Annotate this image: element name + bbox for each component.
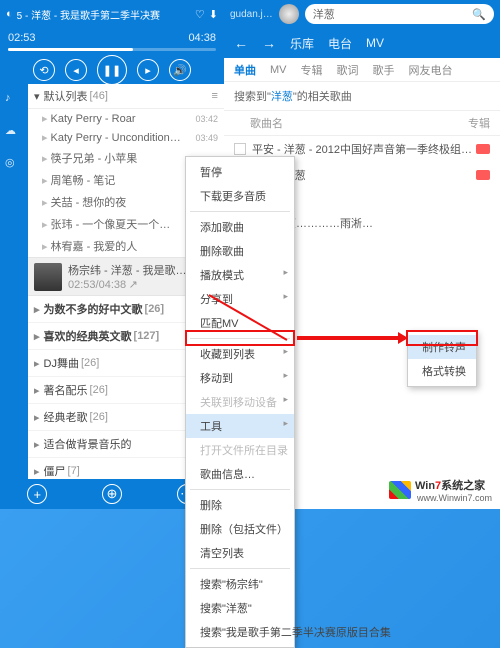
menu-open-folder: 打开文件所在目录: [186, 438, 294, 462]
menu-pause[interactable]: 暂停: [186, 160, 294, 184]
subtab-artist[interactable]: 歌手: [372, 62, 394, 78]
menu-del2[interactable]: 删除（包括文件）: [186, 517, 294, 541]
menu-share[interactable]: 分享到: [186, 287, 294, 311]
tab-library[interactable]: 乐库: [290, 35, 314, 52]
watermark: Win7系统之家 www.Winwin7.com: [389, 477, 492, 503]
artist-avatar: [34, 263, 62, 291]
radio-icon[interactable]: ◎: [5, 156, 23, 174]
subtab-song[interactable]: 单曲: [234, 62, 256, 78]
song-row[interactable]: ▸Katy Perry - Roar03:42: [28, 109, 224, 128]
subtab-lyric[interactable]: 歌词: [336, 62, 358, 78]
annotation-box: [185, 330, 295, 346]
collapse-icon: ▾: [34, 90, 40, 103]
expand-icon: ▸: [42, 240, 48, 253]
annotation-arrowhead: [398, 332, 408, 344]
heart-icon[interactable]: ♡: [195, 8, 205, 21]
mode-button[interactable]: ⟲: [33, 59, 55, 81]
menu-tools[interactable]: 工具: [186, 414, 294, 438]
search-icon[interactable]: 🔍: [472, 8, 486, 21]
share-icon[interactable]: ↗: [129, 279, 138, 291]
context-menu: 暂停 下载更多音质 添加歌曲 删除歌曲 播放模式 分享到 匹配MV 收藏到列表 …: [185, 156, 295, 648]
music-icon[interactable]: ♪: [5, 92, 23, 110]
expand-icon: ▸: [42, 218, 48, 231]
volume-button[interactable]: 🔊: [169, 59, 191, 81]
time-total: 04:38: [188, 32, 216, 44]
windows-flag-icon: [389, 481, 411, 499]
download-icon[interactable]: ⬇: [209, 8, 218, 21]
user-label[interactable]: gudan.j…: [230, 9, 273, 20]
expand-icon: ▸: [42, 174, 48, 187]
add-button[interactable]: +: [27, 484, 47, 504]
expand-icon: ▸: [42, 131, 48, 144]
expand-icon: ▸: [42, 112, 48, 125]
expand-icon: ▸: [42, 152, 48, 165]
menu-sync: 关联到移动设备: [186, 390, 294, 414]
menu-add[interactable]: 添加歌曲: [186, 215, 294, 239]
search-summary: 搜索到"洋葱"的相关歌曲: [224, 82, 500, 110]
menu-search-artist[interactable]: 搜索"杨宗纬": [186, 572, 294, 596]
progress-bar[interactable]: [8, 48, 216, 51]
app-logo: ◐: [6, 8, 13, 20]
menu-delete[interactable]: 删除歌曲: [186, 239, 294, 263]
song-row[interactable]: ▸Katy Perry - Uncondition…03:49: [28, 128, 224, 147]
forward-button[interactable]: →: [262, 35, 276, 51]
subtab-userradio[interactable]: 网友电台: [408, 62, 452, 78]
search-input[interactable]: 洋葱 🔍: [305, 4, 494, 24]
playlist-header[interactable]: ▾ 默认列表 [46] ≡: [28, 84, 224, 109]
expand-icon: ▸: [42, 196, 48, 209]
menu-info[interactable]: 歌曲信息…: [186, 462, 294, 486]
menu-playmode[interactable]: 播放模式: [186, 263, 294, 287]
col-songname: 歌曲名: [250, 115, 468, 131]
row-checkbox[interactable]: [234, 143, 246, 155]
menu-del1[interactable]: 删除: [186, 493, 294, 517]
next-button[interactable]: ▸: [137, 59, 159, 81]
time-current: 02:53: [8, 32, 36, 44]
subtab-mv[interactable]: MV: [270, 64, 287, 76]
mv-badge: [476, 170, 490, 180]
mv-badge: [476, 144, 490, 154]
submenu-convert[interactable]: 格式转换: [408, 359, 476, 383]
tab-mv[interactable]: MV: [366, 36, 384, 50]
menu-more-quality[interactable]: 下载更多音质: [186, 184, 294, 208]
menu-search-song[interactable]: 搜索"洋葱": [186, 596, 294, 620]
annotation-arrow: [297, 336, 405, 340]
menu-clear[interactable]: 清空列表: [186, 541, 294, 565]
window-title: 5 - 洋葱 - 我是歌手第二季半决赛: [17, 7, 191, 22]
annotation-box: [406, 330, 478, 346]
user-avatar[interactable]: [279, 4, 299, 24]
menu-search-show[interactable]: 搜索"我是歌手第二季半决赛原版目合集: [186, 620, 294, 644]
prev-button[interactable]: ◂: [65, 59, 87, 81]
col-album: 专辑: [468, 115, 490, 131]
play-pause-button[interactable]: ❚❚: [97, 55, 127, 85]
tab-radio[interactable]: 电台: [328, 35, 352, 52]
sync-button[interactable]: ⊕: [102, 484, 122, 504]
cloud-icon[interactable]: ☁: [5, 124, 23, 142]
menu-move[interactable]: 移动到: [186, 366, 294, 390]
list-menu-icon[interactable]: ≡: [212, 90, 218, 102]
back-button[interactable]: ←: [234, 35, 248, 51]
subtab-album[interactable]: 专辑: [300, 62, 322, 78]
